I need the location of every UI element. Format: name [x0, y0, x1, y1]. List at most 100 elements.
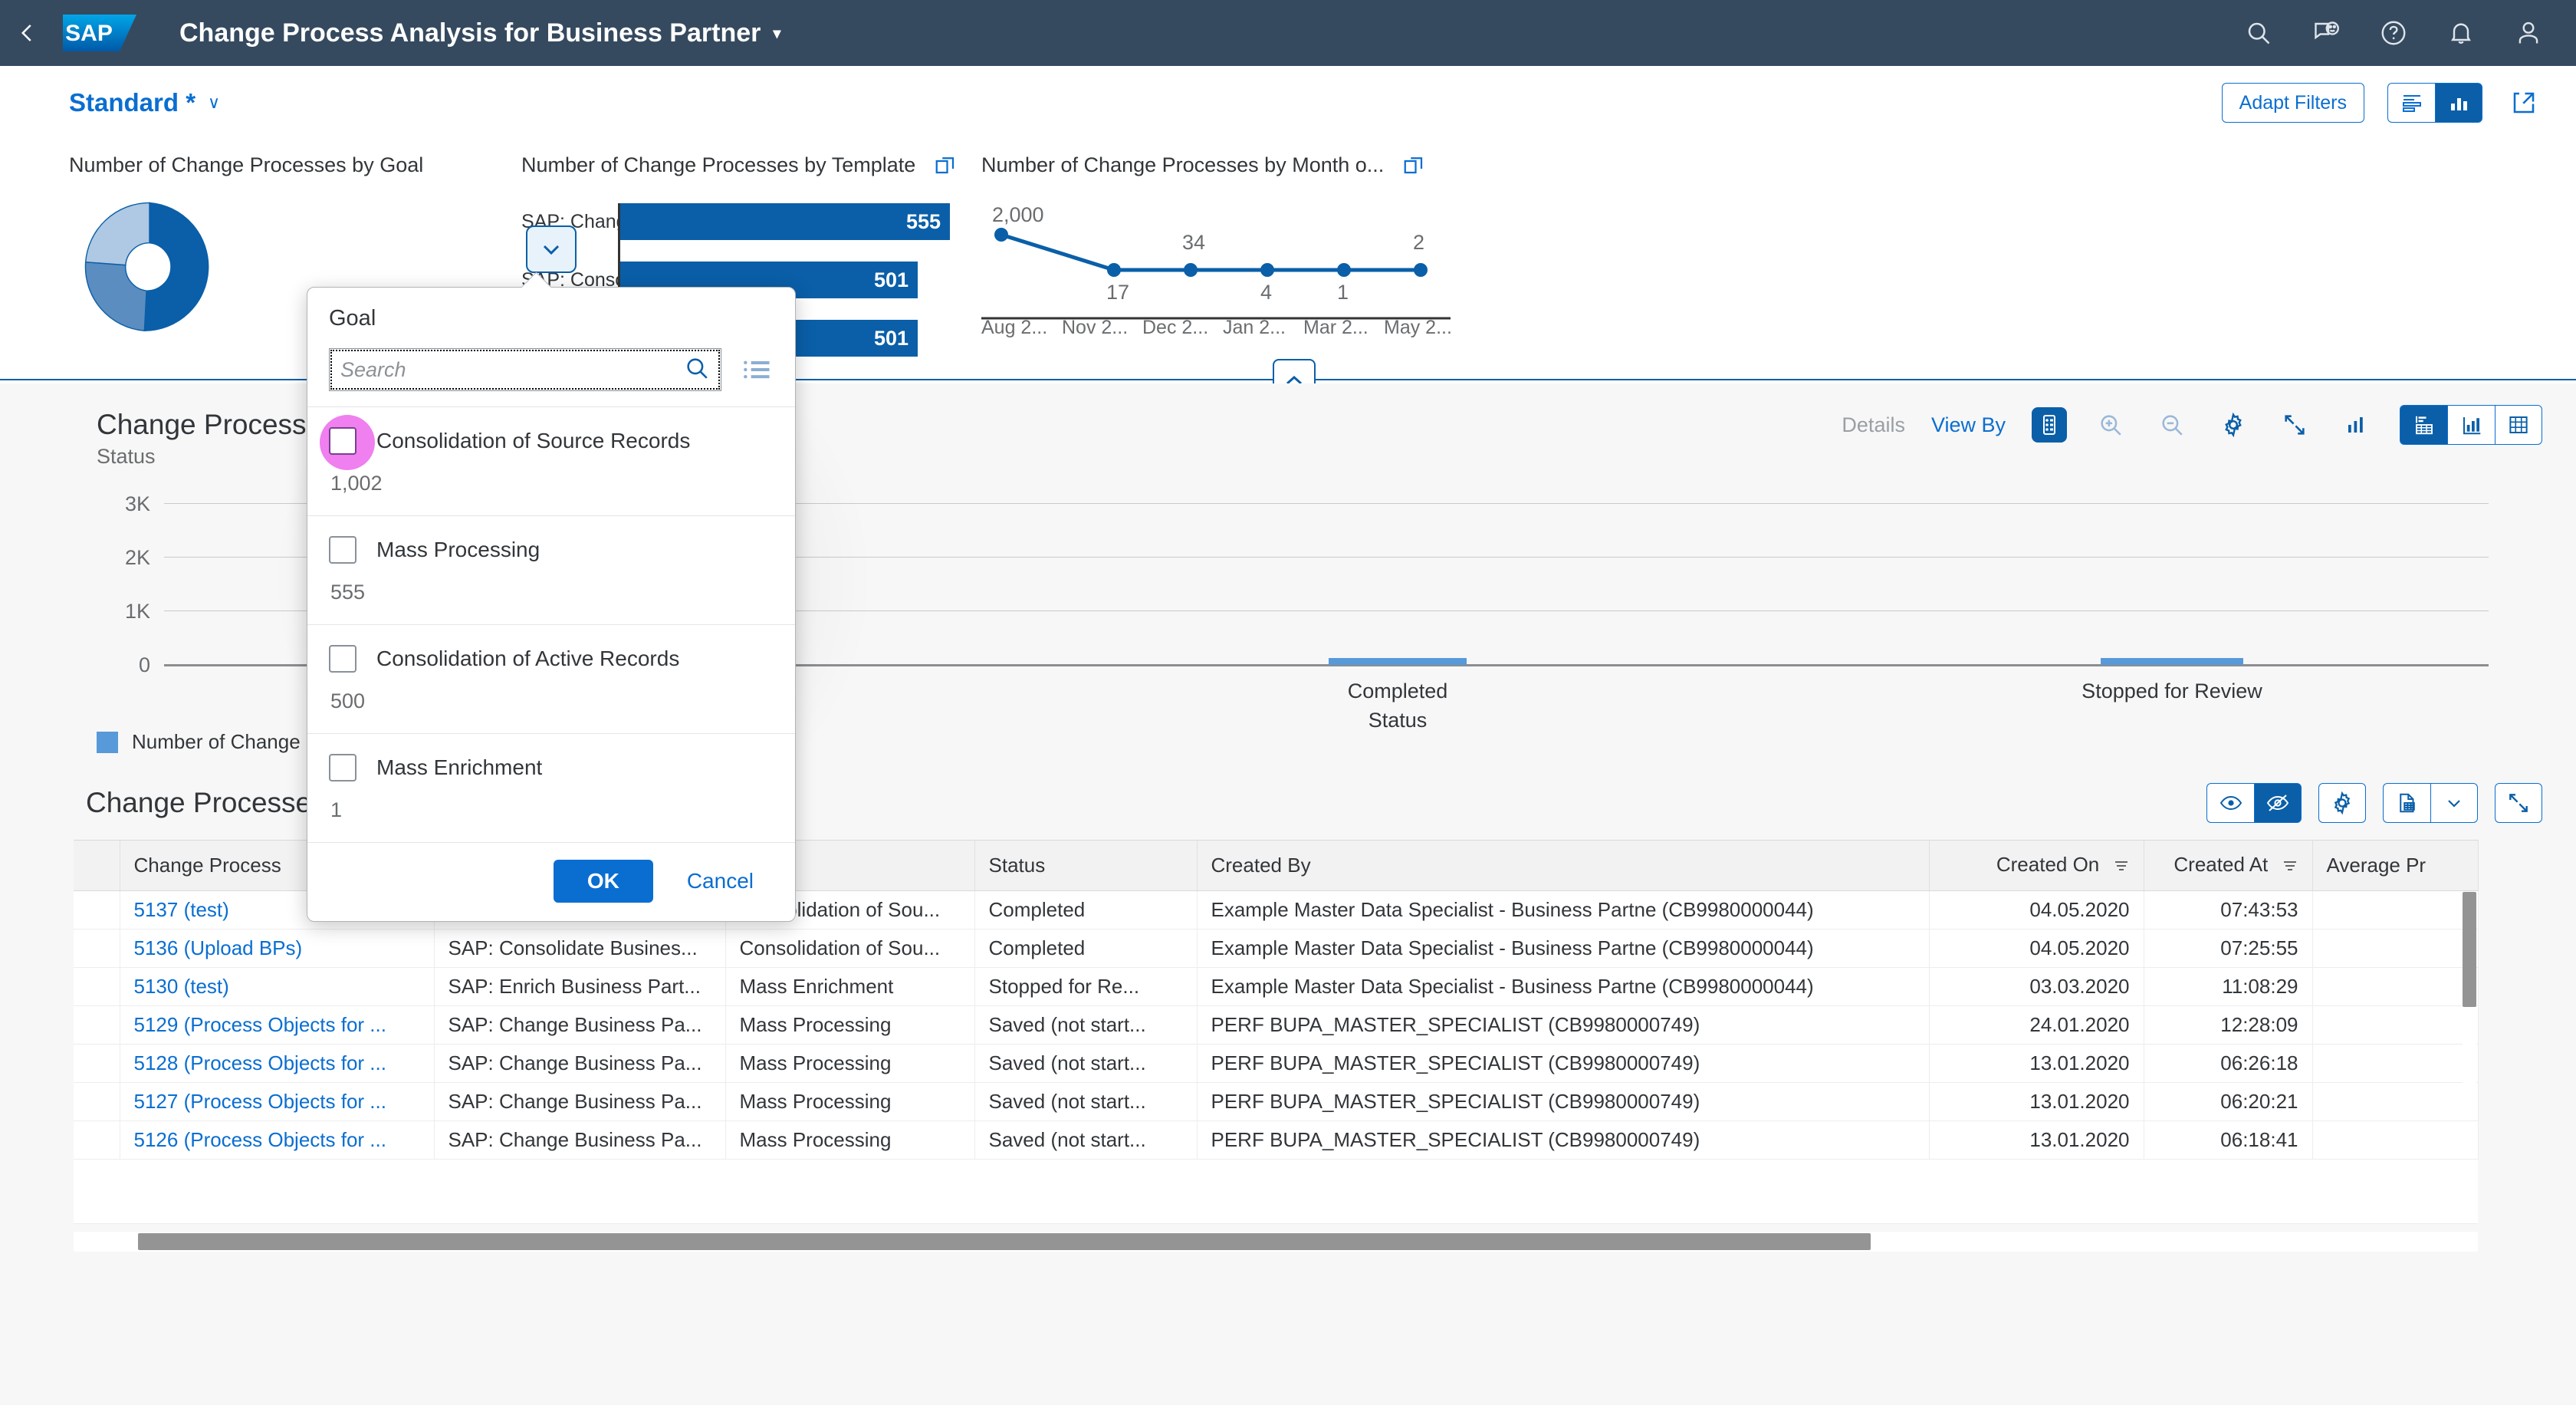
show-all-button[interactable] — [2206, 783, 2254, 823]
checkbox[interactable] — [329, 427, 356, 455]
chart-fullscreen-button[interactable] — [2277, 407, 2312, 443]
cell-change-process[interactable]: 5129 (Process Objects for ... — [120, 1006, 434, 1045]
cell-created-by: PERF BUPA_MASTER_SPECIALIST (CB998000074… — [1197, 1006, 1929, 1045]
y-axis-title: Status — [97, 445, 156, 469]
row-select-cell[interactable] — [74, 1006, 120, 1045]
notifications-icon[interactable] — [2447, 19, 2475, 47]
export-spreadsheet-button[interactable] — [2383, 783, 2430, 823]
table-vertical-scrollbar-thumb[interactable] — [2463, 892, 2476, 1007]
cell-template: SAP: Consolidate Busines... — [434, 930, 725, 968]
row-select-cell[interactable] — [74, 968, 120, 1006]
checkbox[interactable] — [329, 754, 356, 781]
details-button[interactable]: Details — [1842, 413, 1905, 437]
chart-only-view-button[interactable] — [2447, 405, 2495, 445]
cell-change-process[interactable]: 5130 (test) — [120, 968, 434, 1006]
filter-list-view-button[interactable] — [2387, 83, 2435, 123]
cell-change-process[interactable]: 5126 (Process Objects for ... — [120, 1121, 434, 1160]
change-process-link[interactable]: 5128 (Process Objects for ... — [134, 1051, 386, 1074]
table-settings-button[interactable] — [2318, 783, 2366, 823]
chart-settings-button[interactable] — [2216, 407, 2251, 443]
change-process-link[interactable]: 5129 (Process Objects for ... — [134, 1013, 386, 1036]
main-chart-toolbar: Details View By — [1842, 405, 2542, 445]
row-select-cell[interactable] — [74, 930, 120, 968]
zoom-out-button[interactable] — [2154, 407, 2190, 443]
column-header-created-at[interactable]: Created At — [2144, 841, 2312, 891]
share-button[interactable] — [2505, 84, 2542, 121]
cell-status: Stopped for Re... — [974, 968, 1197, 1006]
help-icon[interactable] — [2380, 19, 2407, 47]
popover-option-mass-enrichment[interactable]: Mass Enrichment 1 — [307, 734, 795, 843]
cancel-button[interactable]: Cancel — [673, 869, 767, 893]
ok-button[interactable]: OK — [554, 860, 653, 903]
search-input[interactable] — [340, 358, 684, 382]
feedback-icon[interactable] — [2312, 19, 2340, 47]
open-in-new-icon[interactable] — [1402, 153, 1425, 182]
view-mode-toggle — [2387, 83, 2482, 123]
row-select-cell[interactable] — [74, 1083, 120, 1121]
table-fullscreen-button[interactable] — [2495, 783, 2542, 823]
chart-type-button[interactable] — [2338, 407, 2374, 443]
hide-filtered-button[interactable] — [2254, 783, 2302, 823]
change-process-link[interactable]: 5130 (test) — [134, 975, 229, 998]
x-tick-label: Jan 2... — [1223, 317, 1303, 339]
checkbox[interactable] — [329, 645, 356, 673]
checkbox[interactable] — [329, 536, 356, 564]
goal-filter-popover: Goal Consolidation of Source Records — [307, 287, 796, 922]
table-row[interactable]: 5128 (Process Objects for ... SAP: Chang… — [74, 1045, 2478, 1083]
open-in-new-icon[interactable] — [934, 153, 957, 182]
search-icon[interactable] — [684, 355, 710, 385]
drill-down-button[interactable] — [2032, 407, 2067, 443]
app-title-menu[interactable]: Change Process Analysis for Business Par… — [179, 18, 780, 48]
column-header-status[interactable]: Status — [974, 841, 1197, 891]
x-axis-title: Status — [1368, 709, 1428, 732]
table-row[interactable]: 5130 (test) SAP: Enrich Business Part...… — [74, 968, 2478, 1006]
popover-option-consolidation-of-source-records[interactable]: Consolidation of Source Records 1,002 — [307, 407, 795, 516]
popover-option-label: Consolidation of Source Records — [376, 429, 690, 453]
table-horizontal-scrollbar-track[interactable] — [74, 1232, 2478, 1252]
change-process-link[interactable]: 5137 (test) — [134, 898, 229, 921]
table-row[interactable]: 5126 (Process Objects for ... SAP: Chang… — [74, 1121, 2478, 1160]
chart-table-view-button[interactable] — [2400, 405, 2447, 445]
change-process-link[interactable]: 5126 (Process Objects for ... — [134, 1128, 386, 1151]
list-view-icon[interactable] — [740, 353, 774, 387]
table-empty-area — [74, 1160, 2478, 1224]
row-select-cell[interactable] — [74, 1045, 120, 1083]
cell-change-process[interactable]: 5128 (Process Objects for ... — [120, 1045, 434, 1083]
bar-row[interactable]: 555 — [620, 203, 981, 240]
table-horizontal-scrollbar-thumb[interactable] — [138, 1233, 1871, 1250]
cell-change-process[interactable]: 5136 (Upload BPs) — [120, 930, 434, 968]
popover-option-mass-processing[interactable]: Mass Processing 555 — [307, 516, 795, 625]
popover-option-consolidation-of-active-records[interactable]: Consolidation of Active Records 500 — [307, 625, 795, 734]
chart-view-button[interactable] — [2435, 83, 2482, 123]
variant-bar-actions: Adapt Filters — [2222, 83, 2542, 123]
variant-selector[interactable]: Standard * ∨ — [69, 88, 220, 117]
cell-change-process[interactable]: 5127 (Process Objects for ... — [120, 1083, 434, 1121]
table-row[interactable]: 5136 (Upload BPs) SAP: Consolidate Busin… — [74, 930, 2478, 968]
cell-created-at: 06:26:18 — [2144, 1045, 2312, 1083]
column-header-created-by[interactable]: Created By — [1197, 841, 1929, 891]
line-point-label-2: 34 — [1182, 231, 1205, 254]
chart-view-icon — [2448, 93, 2469, 113]
row-select-cell[interactable] — [74, 891, 120, 930]
shell-header: SAP Change Process Analysis for Business… — [0, 0, 2576, 66]
change-process-link[interactable]: 5136 (Upload BPs) — [134, 936, 303, 959]
column-header-select[interactable] — [74, 841, 120, 891]
column-header-average-pr[interactable]: Average Pr — [2312, 841, 2478, 891]
change-process-link[interactable]: 5127 (Process Objects for ... — [134, 1090, 386, 1113]
column-header-created-on[interactable]: Created On — [1929, 841, 2144, 891]
adapt-filters-button[interactable]: Adapt Filters — [2222, 83, 2364, 123]
search-icon[interactable] — [2245, 19, 2272, 47]
popover-search-field[interactable] — [329, 348, 721, 391]
row-select-cell[interactable] — [74, 1121, 120, 1160]
table-row[interactable]: 5127 (Process Objects for ... SAP: Chang… — [74, 1083, 2478, 1121]
view-by-button[interactable]: View By — [1931, 413, 2006, 437]
table-row[interactable]: 5129 (Process Objects for ... SAP: Chang… — [74, 1006, 2478, 1045]
bar-stopped-for-review[interactable] — [2101, 658, 2243, 665]
back-button[interactable] — [0, 21, 55, 44]
goal-filter-dropdown-button[interactable] — [526, 225, 577, 273]
bar-completed[interactable] — [1329, 658, 1467, 665]
zoom-in-button[interactable] — [2093, 407, 2128, 443]
export-options-button[interactable] — [2430, 783, 2478, 823]
user-icon[interactable] — [2515, 19, 2542, 47]
table-only-view-button[interactable] — [2495, 405, 2542, 445]
